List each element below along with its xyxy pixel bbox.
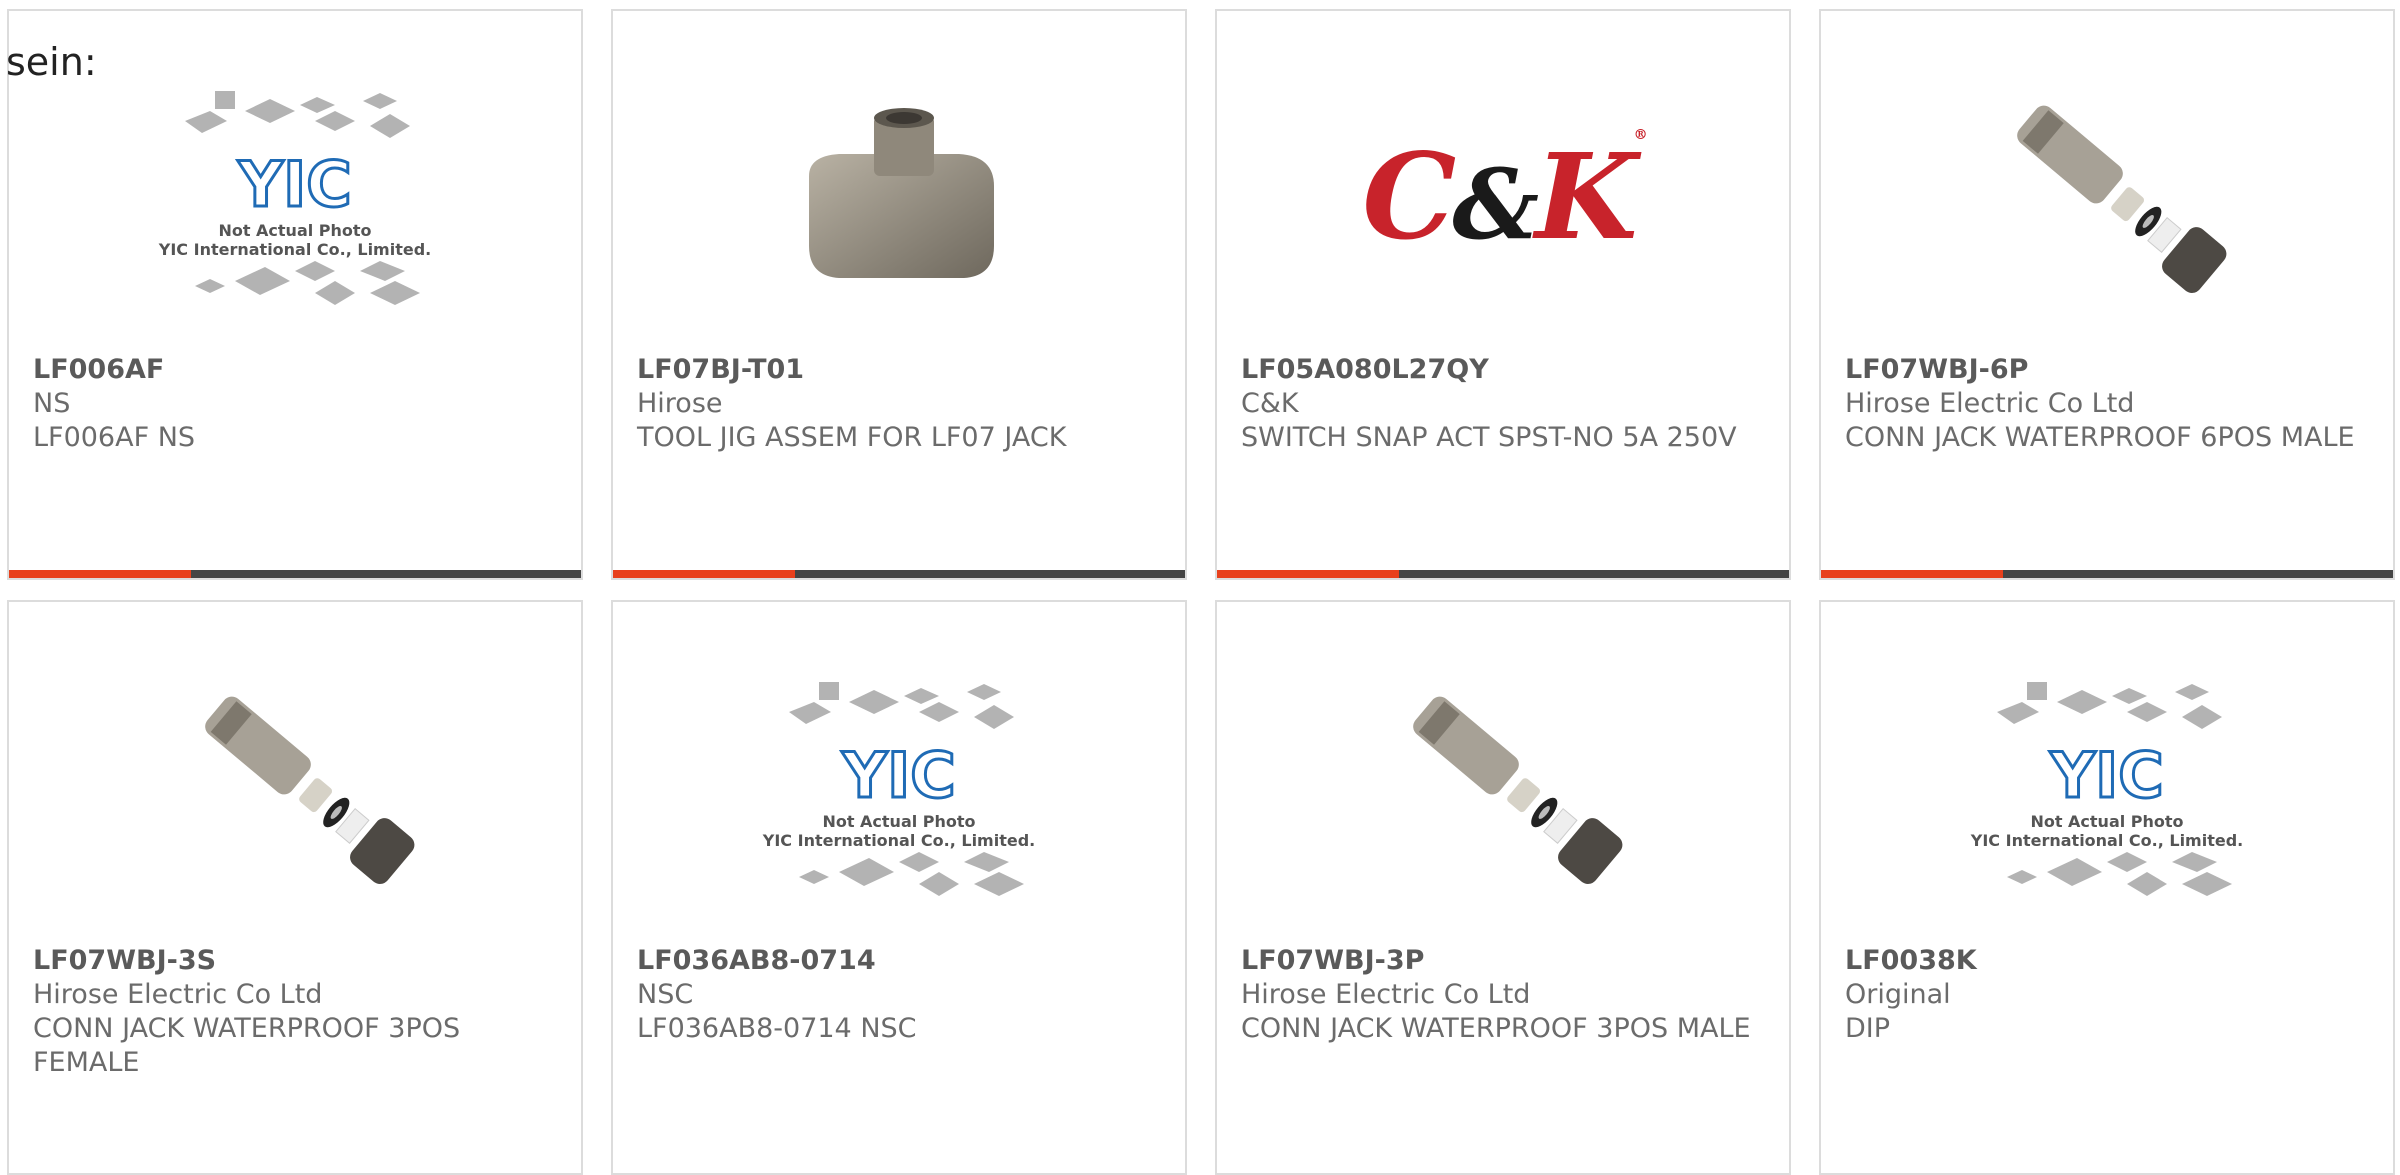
product-info: LF07WBJ-3S Hirose Electric Co Ltd CONN J… [33, 944, 557, 1080]
description: SWITCH SNAP ACT SPST-NO 5A 250V [1241, 422, 1737, 453]
product-card[interactable]: LF07WBJ-3P Hirose Electric Co Ltd CONN J… [1215, 600, 1791, 1175]
ck-logo-icon: C&K® [1362, 126, 1647, 266]
svg-text:Not Actual Photo: Not Actual Photo [218, 221, 371, 240]
connector-exploded-icon [205, 696, 415, 884]
prefix-text: sein: [6, 40, 97, 84]
svg-text:YIC: YIC [237, 148, 351, 221]
product-card[interactable]: YIC Not Actual Photo YIC International C… [1819, 600, 2395, 1175]
svg-text:YIC International Co., Limited: YIC International Co., Limited. [762, 831, 1035, 850]
yic-placeholder-icon: YIC Not Actual Photo YIC International C… [1970, 682, 2243, 896]
manufacturer: NS [33, 388, 71, 419]
product-image[interactable] [613, 71, 1185, 321]
description: TOOL JIG ASSEM FOR LF07 JACK [637, 422, 1067, 453]
product-card[interactable]: LF07WBJ-6P Hirose Electric Co Ltd CONN J… [1819, 9, 2395, 580]
svg-text:Not Actual Photo: Not Actual Photo [2030, 812, 2183, 831]
description: LF006AF NS [33, 422, 196, 453]
card-bottom-bar [1821, 570, 2393, 578]
card-accent-bar [9, 570, 191, 578]
product-card[interactable]: LF07WBJ-3S Hirose Electric Co Ltd CONN J… [7, 600, 583, 1175]
part-number-link[interactable]: LF07WBJ-3P [1241, 944, 1765, 978]
product-info: LF006AF NS LF006AF NS [33, 353, 557, 455]
product-image[interactable]: YIC Not Actual Photo YIC International C… [613, 662, 1185, 912]
part-number-link[interactable]: LF006AF [33, 353, 557, 387]
description: CONN JACK WATERPROOF 6POS MALE [1845, 422, 2355, 453]
product-info: LF07WBJ-3P Hirose Electric Co Ltd CONN J… [1241, 944, 1765, 1046]
yic-placeholder-icon: YIC Not Actual Photo YIC International C… [762, 682, 1035, 896]
card-accent-bar [1217, 570, 1399, 578]
svg-text:YIC International Co., Limited: YIC International Co., Limited. [1970, 831, 2243, 850]
description: LF036AB8-0714 NSC [637, 1013, 917, 1044]
connector-exploded-icon [1413, 696, 1623, 884]
manufacturer: Hirose [637, 388, 723, 419]
product-image[interactable] [1217, 662, 1789, 912]
manufacturer: C&K [1241, 388, 1299, 419]
manufacturer: Hirose Electric Co Ltd [1241, 979, 1531, 1010]
yic-placeholder-icon: YIC Not Actual Photo YIC International C… [158, 91, 431, 305]
product-card[interactable]: YIC Not Actual Photo YIC International C… [611, 600, 1187, 1175]
product-image[interactable] [9, 662, 581, 912]
svg-text:YIC International Co., Limited: YIC International Co., Limited. [158, 240, 431, 259]
svg-text:YIC: YIC [841, 739, 955, 812]
description: CONN JACK WATERPROOF 3POS FEMALE [33, 1013, 461, 1078]
svg-text:Not Actual Photo: Not Actual Photo [822, 812, 975, 831]
card-accent-bar [1821, 570, 2003, 578]
product-info: LF07BJ-T01 Hirose TOOL JIG ASSEM FOR LF0… [637, 353, 1161, 455]
product-image[interactable] [1821, 71, 2393, 321]
part-number-link[interactable]: LF0038K [1845, 944, 2369, 978]
manufacturer: Original [1845, 979, 1951, 1010]
product-info: LF05A080L27QY C&K SWITCH SNAP ACT SPST-N… [1241, 353, 1765, 455]
part-number-link[interactable]: LF05A080L27QY [1241, 353, 1765, 387]
metal-jig-icon [809, 108, 994, 278]
manufacturer: Hirose Electric Co Ltd [1845, 388, 2135, 419]
svg-text:YIC: YIC [2049, 739, 2163, 812]
product-card[interactable]: C&K® LF05A080L27QY C&K SWITCH SNAP ACT S… [1215, 9, 1791, 580]
card-bottom-bar [9, 570, 581, 578]
card-accent-bar [613, 570, 795, 578]
product-image[interactable]: YIC Not Actual Photo YIC International C… [1821, 662, 2393, 912]
product-info: LF07WBJ-6P Hirose Electric Co Ltd CONN J… [1845, 353, 2369, 455]
product-info: LF0038K Original DIP [1845, 944, 2369, 1046]
product-card[interactable]: LF07BJ-T01 Hirose TOOL JIG ASSEM FOR LF0… [611, 9, 1187, 580]
product-image[interactable]: C&K® [1217, 71, 1789, 321]
product-grid: YIC Not Actual Photo YIC International C… [0, 0, 2400, 1175]
part-number-link[interactable]: LF07WBJ-3S [33, 944, 557, 978]
card-bottom-bar [613, 570, 1185, 578]
connector-exploded-icon [2017, 105, 2227, 293]
product-image[interactable]: YIC Not Actual Photo YIC International C… [9, 71, 581, 321]
description: CONN JACK WATERPROOF 3POS MALE [1241, 1013, 1751, 1044]
part-number-link[interactable]: LF07BJ-T01 [637, 353, 1161, 387]
manufacturer: NSC [637, 979, 694, 1010]
description: DIP [1845, 1013, 1891, 1044]
product-info: LF036AB8-0714 NSC LF036AB8-0714 NSC [637, 944, 1161, 1046]
product-card[interactable]: YIC Not Actual Photo YIC International C… [7, 9, 583, 580]
part-number-link[interactable]: LF07WBJ-6P [1845, 353, 2369, 387]
manufacturer: Hirose Electric Co Ltd [33, 979, 323, 1010]
part-number-link[interactable]: LF036AB8-0714 [637, 944, 1161, 978]
card-bottom-bar [1217, 570, 1789, 578]
